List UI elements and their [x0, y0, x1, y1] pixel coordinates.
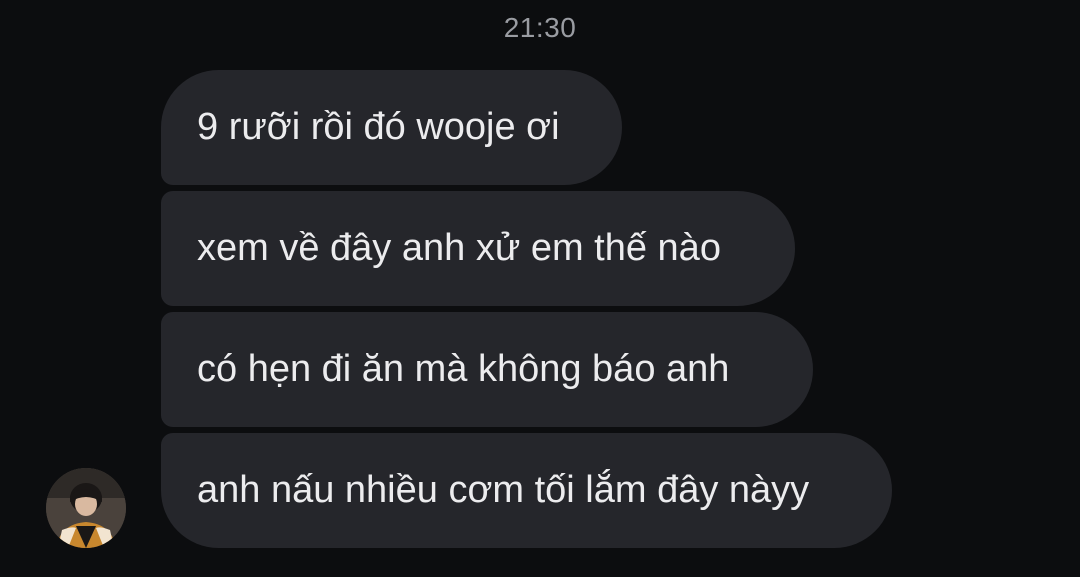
- message-timestamp: 21:30: [503, 12, 577, 43]
- message-bubble[interactable]: 9 rưỡi rồi đó wooje ơi: [161, 70, 622, 185]
- message-bubble[interactable]: xem về đây anh xử em thế nào: [161, 191, 795, 306]
- message-bubble[interactable]: có hẹn đi ăn mà không báo anh: [161, 312, 813, 427]
- message-bubble[interactable]: anh nấu nhiều cơm tối lắm đây nàyy: [161, 433, 892, 548]
- sender-avatar[interactable]: [46, 468, 126, 548]
- profile-photo-avatar-icon: [46, 468, 126, 548]
